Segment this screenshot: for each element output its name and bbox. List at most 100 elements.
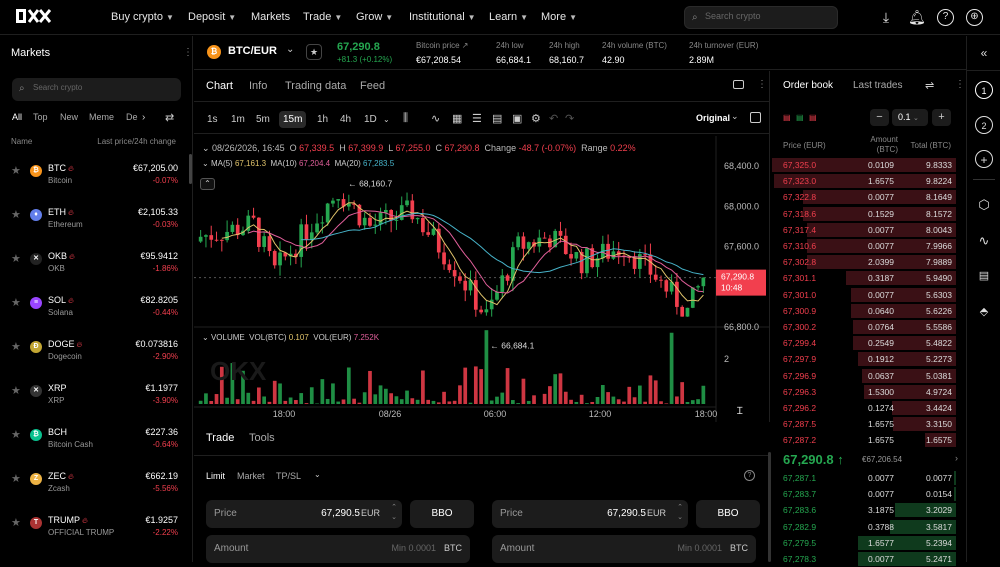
- tick-decrease-button[interactable]: −: [870, 109, 889, 126]
- document-icon[interactable]: ▤: [975, 267, 993, 285]
- timeframe-1h[interactable]: 1h: [313, 111, 332, 128]
- nav-learn[interactable]: Learn▼: [489, 11, 528, 23]
- price-chart[interactable]: 68,800.068,400.068,000.067,600.067,200.0…: [194, 136, 770, 422]
- text-cursor-icon[interactable]: Ɪ: [737, 403, 743, 417]
- panel-menu-icon[interactable]: ⋮: [183, 47, 193, 58]
- markets-search[interactable]: ⌕: [12, 78, 181, 101]
- list-icon[interactable]: ☰: [472, 112, 482, 125]
- star-icon[interactable]: ★: [11, 164, 21, 177]
- tick-size-select[interactable]: 0.1 ⌄: [892, 109, 928, 126]
- nav-markets[interactable]: Markets: [251, 11, 290, 23]
- note-icon[interactable]: ▤: [492, 112, 502, 125]
- ask-row[interactable]: 67,296.20.12743.4424: [772, 400, 956, 416]
- timeframe-1s[interactable]: 1s: [203, 111, 222, 128]
- ask-row[interactable]: 67,323.01.65759.8224: [772, 173, 956, 189]
- coin-row[interactable]: ★₿BCHBitcoin Cash€227.36-0.64%: [0, 418, 192, 462]
- coin-row[interactable]: ★TTRUMP🔥︎OFFICIAL TRUMP€1.9257-2.22%: [0, 506, 192, 550]
- expand-icon[interactable]: [750, 112, 761, 123]
- sell-amount-field[interactable]: Amount Min 0.0001 BTC: [492, 535, 756, 563]
- coin-row[interactable]: ★ZZEC🔥︎Zcash€662.19-5.56%: [0, 462, 192, 506]
- bid-row[interactable]: 67,282.90.37883.5817: [772, 519, 956, 535]
- chart-tab-info[interactable]: Info: [249, 80, 267, 92]
- bid-row[interactable]: 67,287.10.00770.0077: [772, 470, 956, 486]
- panel-menu-icon[interactable]: ⋮: [757, 79, 767, 90]
- timeframe-15m[interactable]: 15m: [279, 111, 306, 128]
- ask-row[interactable]: 67,310.60.00777.9966: [772, 238, 956, 254]
- bid-row[interactable]: 67,278.30.00775.2471: [772, 551, 956, 567]
- layout-icon[interactable]: ▦: [452, 112, 462, 125]
- nav-buy-crypto[interactable]: Buy crypto▼: [111, 11, 174, 23]
- nav-institutional[interactable]: Institutional▼: [409, 11, 476, 23]
- ask-row[interactable]: 67,302.82.03997.9889: [772, 254, 956, 270]
- order-type-tpsl[interactable]: TP/SL: [276, 471, 301, 481]
- chevron-down-icon[interactable]: ⌄: [286, 44, 294, 55]
- ask-row[interactable]: 67,322.80.00778.1649: [772, 189, 956, 205]
- col-price-change[interactable]: Last price/24h change: [97, 137, 176, 146]
- favorite-star-icon[interactable]: ★: [306, 44, 322, 60]
- chart-tab-chart[interactable]: Chart: [206, 80, 233, 92]
- buy-price-field[interactable]: Price 67,290.5 EUR ⌃⌄: [206, 500, 402, 528]
- chart-tab-trading-data[interactable]: Trading data: [285, 80, 346, 92]
- view-both-icon[interactable]: ▤: [783, 113, 791, 122]
- bid-row[interactable]: 67,283.63.18753.2029: [772, 502, 956, 518]
- panel-menu-icon[interactable]: ⋮: [955, 79, 965, 90]
- star-icon[interactable]: ★: [11, 384, 21, 397]
- help-icon[interactable]: ?: [744, 470, 755, 481]
- view-bids-icon[interactable]: ▤: [796, 113, 804, 122]
- markets-search-input[interactable]: [33, 83, 173, 92]
- chevron-down-icon[interactable]: ⌄: [731, 111, 739, 122]
- price-value[interactable]: 67,290.5: [321, 508, 360, 519]
- top-search-input[interactable]: [705, 11, 830, 21]
- bbo-button[interactable]: BBO: [410, 500, 474, 528]
- bbo-button[interactable]: BBO: [696, 500, 760, 528]
- coin-row[interactable]: ★≡SOL🔥︎Solana€82.8205-0.44%: [0, 286, 192, 330]
- ask-row[interactable]: 67,299.40.25495.4822: [772, 335, 956, 351]
- timeframe-4h[interactable]: 4h: [336, 111, 355, 128]
- ask-row[interactable]: 67,301.10.31875.9490: [772, 270, 956, 286]
- nav-more[interactable]: More▼: [541, 11, 577, 23]
- ob-tab-order-book[interactable]: Order book: [783, 80, 833, 91]
- order-type-market[interactable]: Market: [237, 471, 265, 481]
- coin-row[interactable]: ★✕XRPXRP€1.1977-3.90%: [0, 374, 192, 418]
- coin-row[interactable]: ★✕OKB🔥︎OKB€95.9412-1.86%: [0, 242, 192, 286]
- okx-logo[interactable]: [16, 9, 51, 23]
- ask-row[interactable]: 67,318.60.15298.1572: [772, 206, 956, 222]
- top-search[interactable]: ⌕: [684, 6, 838, 29]
- ask-row[interactable]: 67,301.00.00775.6303: [772, 287, 956, 303]
- ask-row[interactable]: 67,287.21.65751.6575: [772, 432, 956, 448]
- bid-row[interactable]: 67,283.70.00770.0154: [772, 486, 956, 502]
- ask-row[interactable]: 67,317.40.00778.0043: [772, 222, 956, 238]
- star-icon[interactable]: ★: [11, 208, 21, 221]
- coin-row[interactable]: ★ÐDOGE🔥︎Dogecoin€0.073816-2.90%: [0, 330, 192, 374]
- price-stepper-icon[interactable]: ⌃⌄: [391, 503, 397, 523]
- indicators-icon[interactable]: ∿: [431, 112, 440, 125]
- redo-icon[interactable]: ↷: [565, 112, 574, 125]
- star-icon[interactable]: ★: [11, 472, 21, 485]
- chevron-down-icon[interactable]: ⌄: [379, 111, 394, 128]
- tabs-scroll-right-icon[interactable]: ›: [142, 112, 145, 123]
- ask-row[interactable]: 67,296.31.53004.9724: [772, 384, 956, 400]
- ask-row[interactable]: 67,300.90.06405.6226: [772, 303, 956, 319]
- ask-row[interactable]: 67,296.90.06375.0381: [772, 368, 956, 384]
- coin-row[interactable]: ★♦ETH🔥︎Ethereum€2,105.33-0.03%: [0, 198, 192, 242]
- markets-tab-meme[interactable]: Meme: [89, 112, 114, 122]
- star-icon[interactable]: ★: [11, 428, 21, 441]
- fullscreen-icon[interactable]: [733, 80, 744, 89]
- order-book-settings-icon[interactable]: ⇌: [925, 79, 934, 92]
- scrollbar[interactable]: [189, 154, 192, 184]
- collapse-indicators-icon[interactable]: ⌃: [200, 178, 215, 190]
- add-layout-icon[interactable]: +: [975, 150, 993, 168]
- activity-icon[interactable]: ∿: [975, 232, 993, 250]
- layout-2-icon[interactable]: 2: [975, 116, 993, 134]
- nav-grow[interactable]: Grow▼: [356, 11, 393, 23]
- order-type-limit[interactable]: Limit: [206, 471, 225, 481]
- timeframe-5m[interactable]: 5m: [252, 111, 274, 128]
- trade-tab-tools[interactable]: Tools: [249, 432, 275, 444]
- tick-increase-button[interactable]: +: [932, 109, 951, 126]
- collapse-panel-icon[interactable]: «: [975, 44, 993, 62]
- timeframe-1m[interactable]: 1m: [227, 111, 249, 128]
- nav-deposit[interactable]: Deposit▼: [188, 11, 236, 23]
- scrollbar[interactable]: [768, 452, 771, 562]
- nav-trade[interactable]: Trade▼: [303, 11, 342, 23]
- star-icon[interactable]: ★: [11, 252, 21, 265]
